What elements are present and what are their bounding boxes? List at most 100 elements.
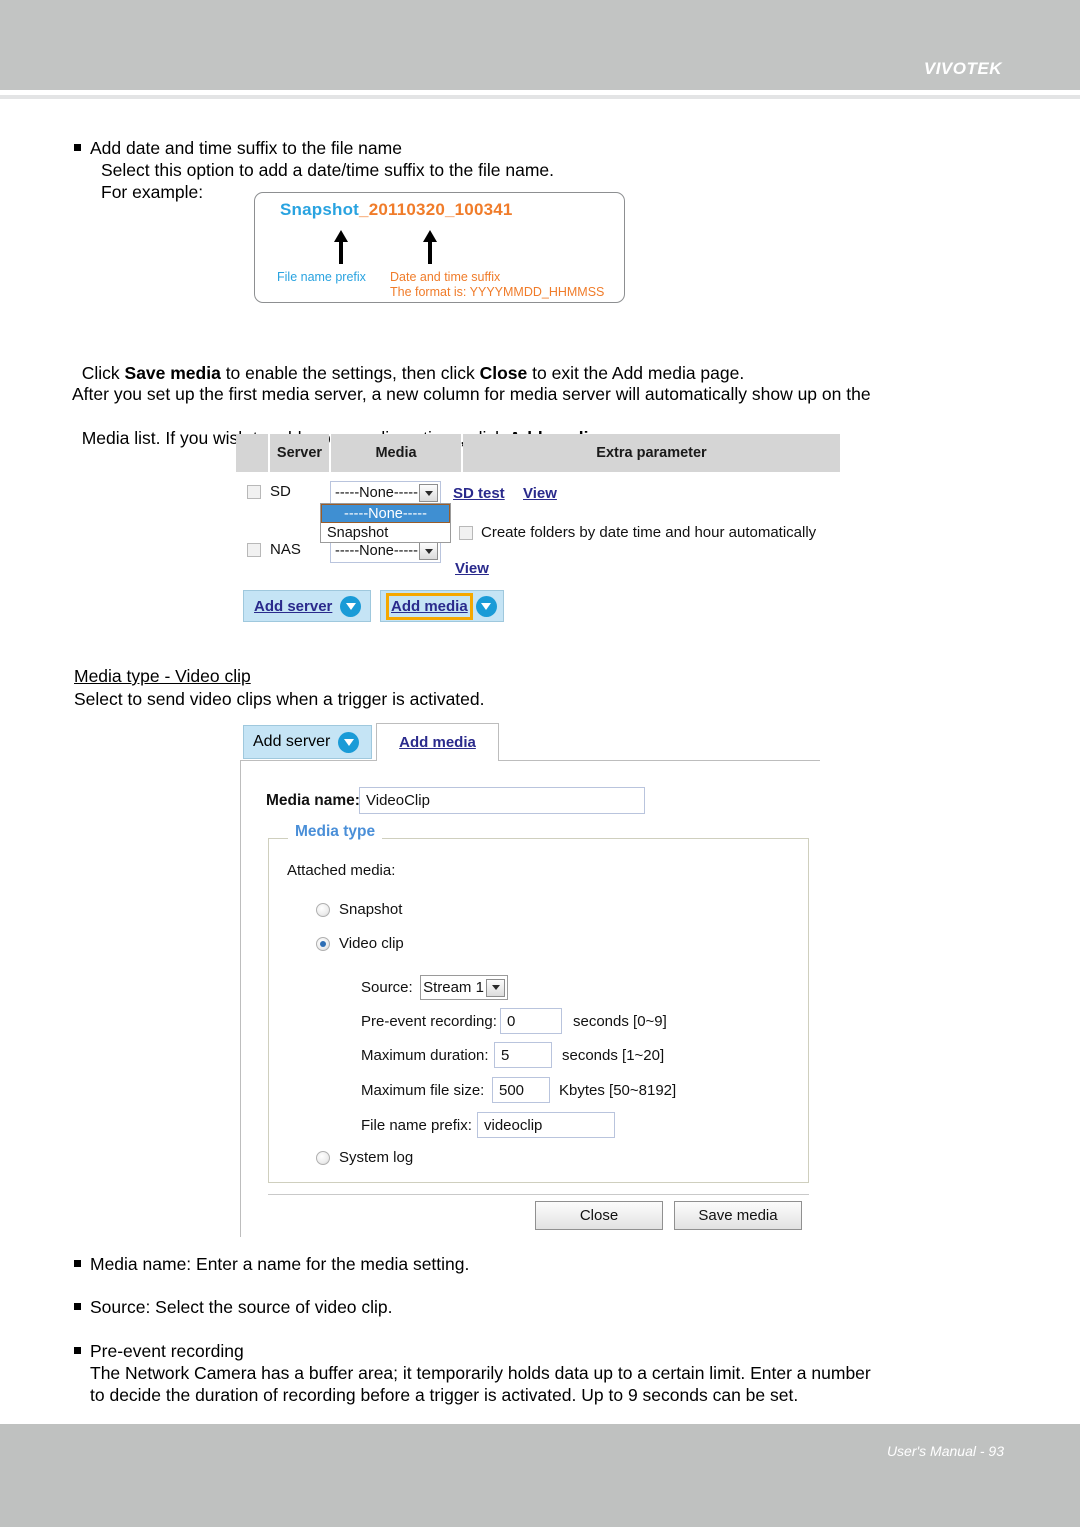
videoclip-section-subtitle: Select to send video clips when a trigge… [74, 689, 485, 709]
media-select-nas-value: -----None----- [335, 543, 418, 559]
arrow-up-icon-suffix [423, 230, 437, 264]
source-label: Source: [361, 979, 413, 996]
bullet-preevent-title: Pre-event recording [90, 1341, 244, 1361]
tab-add-server[interactable]: Add server [243, 725, 372, 759]
bullet-marker-source [74, 1303, 81, 1310]
page-footer-bar [0, 1424, 1080, 1527]
para-close-bold: Close [479, 363, 528, 383]
table-header-server: Server [270, 434, 329, 472]
example-filename-suffix: _20110320_100341 [359, 200, 513, 219]
form-panel-bottom-rule [268, 1194, 809, 1195]
page-header-bar [0, 0, 1080, 90]
pre-event-recording-label: Pre-event recording: [361, 1013, 497, 1030]
checkbox-server-sd[interactable] [247, 485, 261, 499]
bullet-marker-preevent [74, 1347, 81, 1354]
add-server-button-label: Add server [254, 597, 333, 615]
chevron-down-icon-source[interactable] [486, 978, 505, 997]
pre-event-recording-input[interactable]: 0 [500, 1008, 562, 1034]
para-save-c: to enable the settings, then click [220, 363, 480, 383]
bullet-media-name: Media name: Enter a name for the media s… [90, 1254, 470, 1274]
media-name-label: Media name: [266, 792, 360, 809]
media-type-legend: Media type [288, 823, 383, 841]
checkbox-create-folders[interactable] [459, 526, 473, 540]
maximum-file-size-input[interactable]: 500 [492, 1077, 550, 1103]
row-label-sd: SD [270, 483, 291, 500]
table-header-media: Media [331, 434, 461, 472]
chevron-down-icon-sd[interactable] [419, 484, 438, 502]
radio-snapshot-label: Snapshot [339, 901, 403, 918]
media-name-input[interactable]: VideoClip [359, 787, 645, 814]
bullet-marker-media-name [74, 1260, 81, 1267]
example-filename-prefix: Snapshot [280, 200, 360, 219]
media-select-sd[interactable]: -----None----- [330, 481, 441, 505]
maximum-duration-unit: seconds [1~20] [562, 1047, 665, 1064]
example-label-suffix: Date and time suffix [390, 270, 501, 284]
maximum-duration-value: 5 [501, 1046, 510, 1064]
link-sd-test[interactable]: SD test [453, 485, 505, 502]
save-media-button[interactable]: Save media [674, 1201, 802, 1230]
chevron-down-icon-nas[interactable] [419, 542, 438, 560]
source-select-value: Stream 1 [423, 979, 484, 996]
radio-video-clip-label: Video clip [339, 935, 404, 952]
close-button[interactable]: Close [535, 1201, 663, 1230]
form-panel-left-border [240, 760, 241, 1237]
media-name-input-value: VideoClip [366, 792, 430, 809]
pre-event-recording-value: 0 [507, 1012, 516, 1030]
maximum-duration-label: Maximum duration: [361, 1047, 489, 1064]
checkbox-server-nas[interactable] [247, 543, 261, 557]
paragraph-media-server-line1: After you set up the first media server,… [72, 384, 871, 404]
example-filename: Snapshot_20110320_100341 [280, 200, 513, 220]
link-sd-view[interactable]: View [523, 485, 557, 502]
para-save-a: Click [81, 363, 125, 383]
suffix-bullet-title: Add date and time suffix to the file nam… [90, 138, 402, 158]
chevron-down-icon-add-media[interactable] [475, 595, 497, 617]
bullet-source: Source: Select the source of video clip. [90, 1297, 393, 1317]
link-nas-view[interactable]: View [455, 560, 489, 577]
file-name-prefix-label: File name prefix: [361, 1117, 472, 1134]
maximum-file-size-label: Maximum file size: [361, 1082, 485, 1099]
row-label-nas: NAS [270, 541, 301, 558]
radio-video-clip[interactable] [316, 937, 330, 951]
add-media-button[interactable]: Add media [380, 590, 504, 622]
radio-system-log-label: System log [339, 1149, 414, 1166]
attached-media-label: Attached media: [287, 862, 396, 879]
media-select-sd-value: -----None----- [335, 485, 418, 501]
dropdown-option-snapshot[interactable]: Snapshot [321, 523, 450, 542]
form-panel-top-border [240, 760, 820, 761]
chevron-down-icon-add-server[interactable] [340, 595, 362, 617]
example-label-prefix: File name prefix [277, 270, 366, 284]
maximum-file-size-unit: Kbytes [50~8192] [559, 1082, 677, 1099]
maximum-file-size-value: 500 [499, 1081, 525, 1099]
media-list-table-header: Server Media Extra parameter [236, 434, 840, 472]
label-create-folders: Create folders by date time and hour aut… [481, 524, 817, 541]
chevron-down-icon-tab-add-server[interactable] [338, 731, 360, 753]
radio-system-log[interactable] [316, 1151, 330, 1165]
tab-add-media[interactable]: Add media [376, 723, 499, 761]
suffix-line-1: Select this option to add a date/time su… [101, 160, 555, 180]
pre-event-recording-unit: seconds [0~9] [573, 1013, 667, 1030]
arrow-up-icon-prefix [334, 230, 348, 264]
dropdown-option-none[interactable]: -----None----- [321, 504, 450, 523]
file-name-prefix-value: videoclip [484, 1116, 543, 1134]
add-server-button[interactable]: Add server [243, 590, 371, 622]
source-select[interactable]: Stream 1 [420, 975, 508, 1000]
file-name-prefix-input[interactable]: videoclip [477, 1112, 615, 1138]
header-divider-rule [0, 95, 1080, 99]
example-label-format: The format is: YYYYMMDD_HHMMSS [390, 285, 605, 299]
add-media-button-label: Add media [386, 592, 473, 620]
footer-page-label: User's Manual - 93 [886, 1443, 1004, 1459]
radio-snapshot[interactable] [316, 903, 330, 917]
bullet-preevent-line1: The Network Camera has a buffer area; it… [90, 1363, 871, 1383]
paragraph-save-media: Click Save media to enable the settings,… [72, 340, 745, 384]
table-header-blank [236, 434, 268, 472]
tab-add-server-label: Add server [253, 733, 331, 750]
para-save-d: to exit the Add media page. [527, 363, 745, 383]
videoclip-section-heading: Media type - Video clip [74, 666, 251, 686]
table-header-extra-parameter: Extra parameter [463, 434, 840, 472]
bullet-preevent-line2: to decide the duration of recording befo… [90, 1385, 799, 1405]
suffix-line-2: For example: [101, 182, 204, 202]
media-dropdown-open-list[interactable]: -----None----- Snapshot [320, 503, 451, 543]
vivotek-logo: VIVOTEK [923, 59, 1002, 78]
bullet-marker-suffix [74, 144, 81, 151]
maximum-duration-input[interactable]: 5 [494, 1042, 552, 1068]
